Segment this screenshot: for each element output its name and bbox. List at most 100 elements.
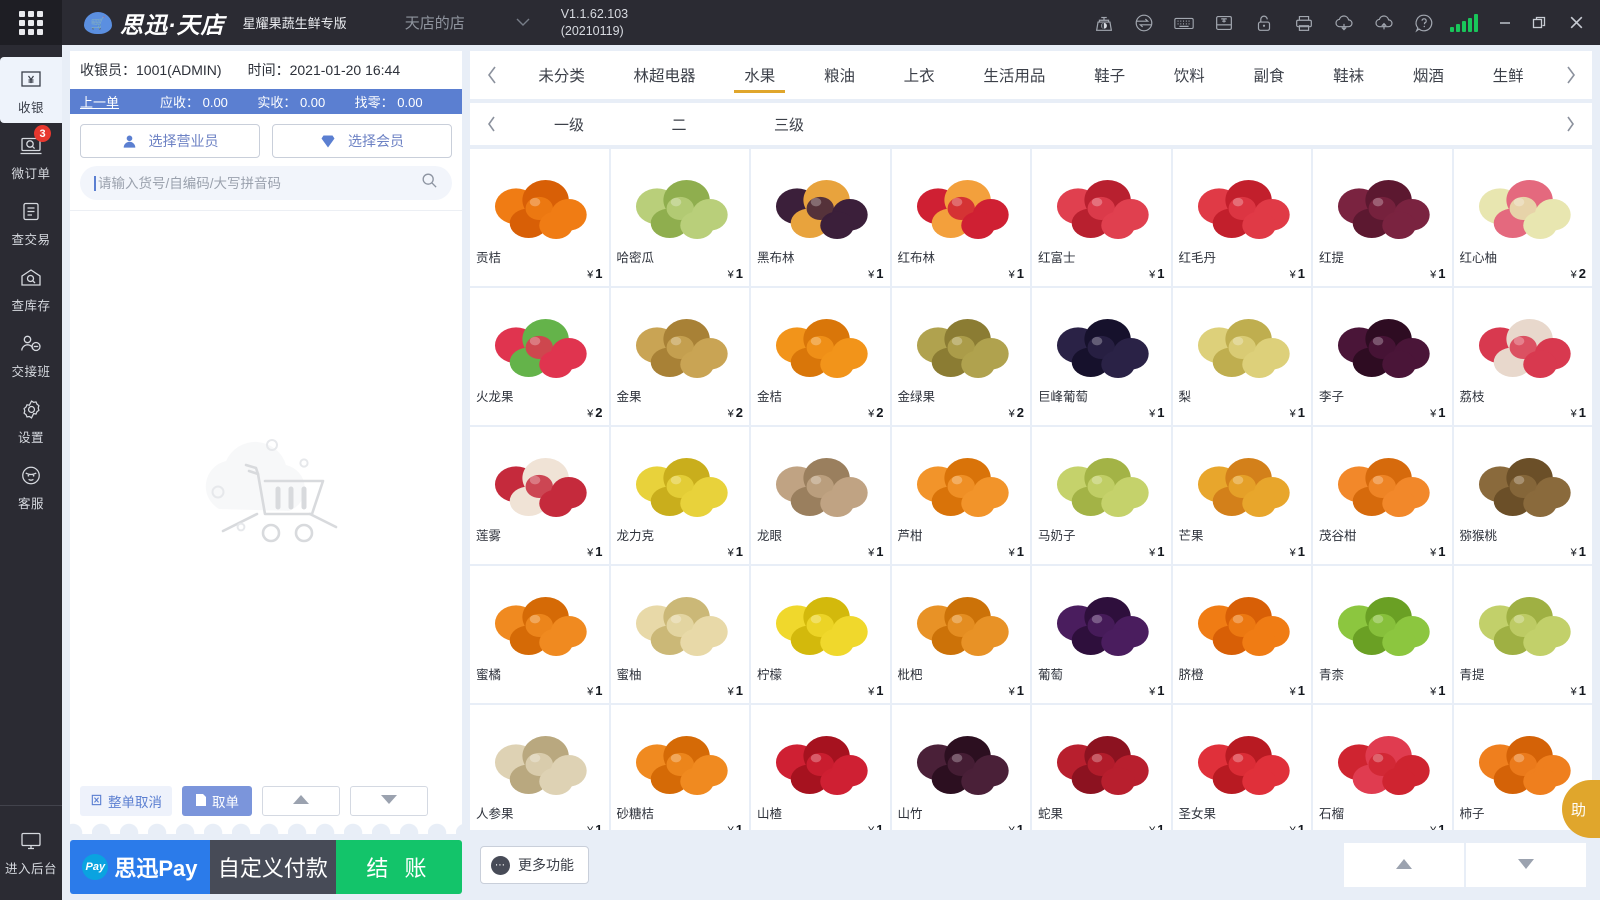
custom-payment-button[interactable]: 自定义付款 (209, 840, 336, 894)
category-tab[interactable]: 鞋子 (1090, 51, 1129, 99)
category-next-icon[interactable] (1548, 64, 1592, 86)
chevron-down-icon[interactable] (515, 15, 531, 30)
select-member-button[interactable]: 选择会员 (272, 124, 452, 158)
product-card[interactable]: 李子 ¥1 (1313, 288, 1452, 425)
sidebar-item-transactions[interactable]: 查交易 (0, 189, 62, 255)
category-tab[interactable]: 饮料 (1170, 51, 1209, 99)
product-card[interactable]: 红富士 ¥1 (1032, 149, 1171, 286)
product-card[interactable]: 茂谷柑 ¥1 (1313, 427, 1452, 564)
product-card[interactable]: 金果 ¥2 (610, 288, 749, 425)
category-tab[interactable]: 粮油 (820, 51, 859, 99)
product-card[interactable]: 红提 ¥1 (1313, 149, 1452, 286)
sidebar-item-micro-order[interactable]: 3 微订单 (0, 123, 62, 189)
category-tab[interactable]: 上衣 (900, 51, 939, 99)
minimize-icon[interactable] (1488, 0, 1522, 45)
select-clerk-button[interactable]: 选择营业员 (80, 124, 260, 158)
search-input[interactable] (98, 175, 421, 191)
product-card[interactable]: 贡桔 ¥1 (470, 149, 609, 286)
category-prev-icon[interactable] (470, 64, 514, 86)
product-card[interactable]: 金桔 ¥2 (751, 288, 890, 425)
product-page-down-button[interactable] (1466, 843, 1586, 887)
product-card[interactable]: 哈密瓜 ¥1 (610, 149, 749, 286)
grid-apps-icon[interactable] (0, 0, 62, 45)
sidebar-item-backend[interactable]: 进入后台 (0, 818, 62, 884)
product-card[interactable]: 红布林 ¥1 (891, 149, 1030, 286)
category-tab[interactable]: 副食 (1249, 51, 1288, 99)
product-page-up-button[interactable] (1344, 843, 1464, 887)
subcategory-next-icon[interactable] (1548, 114, 1592, 134)
product-card[interactable]: 荔枝 ¥1 (1453, 288, 1592, 425)
maximize-icon[interactable] (1522, 0, 1556, 45)
product-card[interactable]: 火龙果 ¥2 (470, 288, 609, 425)
category-tab[interactable]: 生活用品 (979, 51, 1049, 99)
store-name[interactable]: 天店的店 (405, 12, 465, 33)
product-card[interactable]: 山竹¥1 (891, 705, 1030, 830)
product-name: 枇杷 (897, 668, 923, 683)
sidebar-item-customer-service[interactable]: 客服 (0, 453, 62, 519)
product-card[interactable]: 脐橙 ¥1 (1172, 566, 1311, 703)
category-tab[interactable]: 未分类 (534, 51, 589, 99)
product-card[interactable]: 石榴¥1 (1313, 705, 1452, 830)
more-functions-button[interactable]: ⋯ 更多功能 (480, 846, 589, 884)
product-card[interactable]: 芒果 ¥1 (1172, 427, 1311, 564)
product-card[interactable]: 蛇果¥1 (1032, 705, 1171, 830)
product-card[interactable]: 巨峰葡萄 ¥1 (1032, 288, 1171, 425)
category-tab[interactable]: 鞋袜 (1329, 51, 1368, 99)
cart-page-down-button[interactable] (350, 786, 428, 816)
product-card[interactable]: 柠檬 ¥1 (751, 566, 890, 703)
subcategory-tab[interactable]: 一级 (514, 114, 624, 135)
sidebar-item-inventory[interactable]: 查库存 (0, 255, 62, 321)
settle-button[interactable]: 结 账 (335, 840, 462, 894)
subcategory-tab[interactable]: 三级 (734, 114, 844, 135)
cart-page-up-button[interactable] (262, 786, 340, 816)
product-card[interactable]: 猕猴桃 ¥1 (1453, 427, 1592, 564)
product-card[interactable]: 葡萄 ¥1 (1032, 566, 1171, 703)
product-card[interactable]: 枇杷 ¥1 (891, 566, 1030, 703)
last-order-link[interactable]: 上一单 (80, 92, 160, 111)
category-tab[interactable]: 生鲜 (1489, 51, 1528, 99)
product-card[interactable]: 蜜橘 ¥1 (470, 566, 609, 703)
product-card[interactable]: 红心柚 ¥2 (1453, 149, 1592, 286)
sidebar-item-label: 设置 (17, 431, 44, 445)
product-card[interactable]: 山楂¥1 (751, 705, 890, 830)
keyboard-icon[interactable] (1164, 0, 1204, 45)
search-box[interactable] (80, 166, 452, 200)
cancel-order-button[interactable]: 整单取消 (80, 786, 172, 816)
category-tab[interactable]: 林超电器 (630, 51, 700, 99)
scale-icon[interactable] (1084, 0, 1124, 45)
sidebar-item-shift-handover[interactable]: 交接班 (0, 321, 62, 387)
product-card[interactable]: 金绿果 ¥2 (891, 288, 1030, 425)
product-card[interactable]: 龙眼 ¥1 (751, 427, 890, 564)
sidebar-item-settings[interactable]: 设置 (0, 387, 62, 453)
product-card[interactable]: 龙力克 ¥1 (610, 427, 749, 564)
product-card[interactable]: 莲雾 ¥1 (470, 427, 609, 564)
product-card[interactable]: 人参果¥1 (470, 705, 609, 830)
product-card[interactable]: 黑布林 ¥1 (751, 149, 890, 286)
product-card[interactable]: 芦柑 ¥1 (891, 427, 1030, 564)
printer-icon[interactable] (1284, 0, 1324, 45)
product-card[interactable]: 蜜柚 ¥1 (610, 566, 749, 703)
product-card[interactable]: 红毛丹 ¥1 (1172, 149, 1311, 286)
product-card[interactable]: 圣女果¥1 (1172, 705, 1311, 830)
help-icon[interactable] (1404, 0, 1444, 45)
cloud-download-icon[interactable] (1324, 0, 1364, 45)
cloud-upload-icon[interactable] (1364, 0, 1404, 45)
subcategory-prev-icon[interactable] (470, 114, 514, 134)
take-order-button[interactable]: 取单 (182, 786, 252, 816)
product-card[interactable]: 青提 ¥1 (1453, 566, 1592, 703)
product-card[interactable]: 马奶子 ¥1 (1032, 427, 1171, 564)
sidebar-item-cashier[interactable]: 收银 (0, 57, 62, 123)
sidebar: 收银 3 微订单 查交易 查库存 交接班 设置 客服 进入后台 (0, 45, 62, 900)
category-tab[interactable]: 烟酒 (1409, 51, 1448, 99)
transfer-icon[interactable] (1124, 0, 1164, 45)
product-card[interactable]: 砂糖桔¥1 (610, 705, 749, 830)
lock-icon[interactable] (1244, 0, 1284, 45)
category-tab[interactable]: 水果 (734, 51, 786, 99)
sixun-pay-button[interactable]: Pay 思迅Pay (70, 840, 210, 894)
subcategory-tab[interactable]: 二 (624, 114, 734, 135)
cash-drawer-icon[interactable] (1204, 0, 1244, 45)
close-icon[interactable] (1556, 0, 1596, 45)
product-card[interactable]: 梨 ¥1 (1172, 288, 1311, 425)
product-card[interactable]: 青柰 ¥1 (1313, 566, 1452, 703)
search-icon[interactable] (421, 172, 438, 194)
